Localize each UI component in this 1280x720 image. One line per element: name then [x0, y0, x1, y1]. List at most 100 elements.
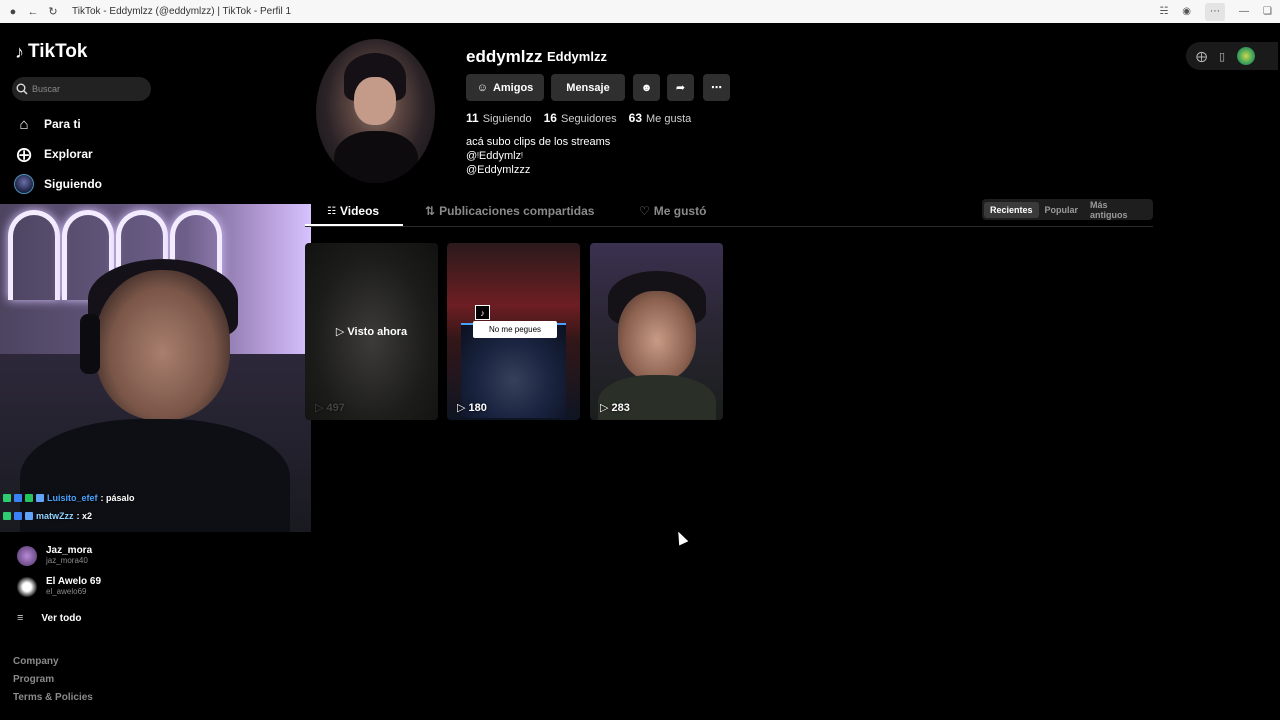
tab-videos[interactable]: ☷ Videos [327, 204, 379, 218]
tiktok-favicon-icon: ● [9, 5, 17, 18]
video-card[interactable]: ♪ No me pegues ▷ 180 [447, 243, 580, 420]
chat-badge-icon [36, 494, 44, 502]
repost-icon: ⇅ [425, 204, 436, 218]
view-count-value: 180 [468, 401, 487, 414]
video-caption: No me pegues [473, 321, 557, 338]
grid-icon: ☷ [327, 205, 336, 217]
chat-badge-icon [14, 512, 22, 520]
tiktok-logo[interactable]: ♪ TikTok [15, 41, 87, 63]
search-bar[interactable] [12, 77, 151, 101]
video-card[interactable]: ▷ 283 [590, 243, 723, 420]
chat-user: matwZzz [36, 511, 74, 521]
chat-text: : x2 [76, 511, 93, 521]
view-count-value: 283 [611, 401, 630, 414]
thumbnail-face [618, 291, 696, 381]
search-icon [16, 83, 28, 95]
compass-icon: ⨁ [16, 146, 32, 163]
avatar [17, 546, 37, 566]
bio-line: @ᵎEddymlzᵎ [466, 150, 523, 162]
mouse-cursor-icon [673, 529, 689, 546]
nav-item-explorar[interactable]: ⨁ Explorar [14, 144, 93, 164]
watched-overlay: ▷ Visto ahora [305, 243, 438, 420]
more-icon[interactable]: ⋯ [1205, 2, 1226, 21]
stat-followers[interactable]: 16 Seguidores [544, 111, 617, 125]
sort-oldest-button[interactable]: Más antiguos [1084, 197, 1151, 223]
stat-following[interactable]: 11 Siguiendo [466, 111, 532, 125]
message-label: Mensaje [566, 81, 610, 94]
nav-label: Siguiendo [44, 177, 102, 191]
view-count: ▷ 497 [315, 401, 345, 415]
avatar-body [334, 131, 418, 183]
video-card[interactable]: ▷ Visto ahora ▷ 497 [305, 243, 438, 420]
following-handle: jaz_mora40 [46, 556, 88, 565]
profile-avatar[interactable] [316, 39, 435, 183]
see-all-button[interactable]: ≡ Ver todo [17, 612, 81, 624]
view-count: ▷ 283 [600, 401, 630, 415]
add-friend-button[interactable]: ☻ [633, 74, 660, 101]
window-controls: ☵ ◉ ⋯ — ❏ [1159, 0, 1272, 23]
footer-link-program[interactable]: Program [13, 674, 54, 685]
webcam-overlay: Luisito_efef : pásalo matwZzz : x2 [0, 204, 311, 532]
chat-user: Luisito_efef [47, 493, 98, 503]
chat-badge-icon [25, 512, 33, 520]
streamer-face [95, 270, 230, 420]
tab-liked[interactable]: ♡ Me gustó [639, 204, 706, 218]
nav-item-siguiendo[interactable]: Siguiendo [14, 174, 102, 194]
phone-icon[interactable]: ▯ [1219, 50, 1225, 63]
play-icon: ▷ [457, 402, 466, 414]
avatar [14, 174, 34, 194]
floating-panel: ⨁ ▯ [1186, 42, 1278, 70]
home-icon: ⌂ [19, 115, 29, 133]
translate-icon[interactable]: ☵ [1159, 6, 1168, 17]
chat-badge-icon [14, 494, 22, 502]
avatar[interactable] [1237, 47, 1256, 65]
view-count: ▷ 180 [457, 401, 487, 415]
following-item[interactable]: El Awelo 69 el_awelo69 [17, 577, 101, 597]
page-title: TikTok - Eddymlzz (@eddymlzz) | TikTok -… [72, 6, 292, 17]
avatar [17, 577, 37, 597]
stat-value: 16 [543, 111, 557, 125]
restore-icon[interactable]: ❏ [1263, 6, 1272, 17]
chat-badge-icon [25, 494, 33, 502]
sort-popular-button[interactable]: Popular [1039, 202, 1085, 218]
bio-line: acá subo clips de los streams [466, 136, 611, 148]
back-icon[interactable]: ← [26, 5, 40, 19]
nav-item-para-ti[interactable]: ⌂ Para ti [14, 114, 80, 134]
share-icon: ➦ [675, 82, 686, 94]
search-input[interactable] [32, 84, 142, 94]
stat-label: Me gusta [646, 113, 692, 125]
sort-selector: Recientes Popular Más antiguos [982, 199, 1153, 220]
user-check-icon: ☺ [476, 81, 488, 94]
browser-titlebar: ● ← ↻ TikTok - Eddymlzz (@eddymlzz) | Ti… [0, 0, 1280, 23]
more-options-button[interactable]: ⋯ [703, 74, 730, 101]
play-icon: ▷ [315, 402, 324, 414]
profile-icon[interactable]: ◉ [1182, 6, 1191, 17]
following-item[interactable]: Jaz_mora jaz_mora40 [17, 546, 92, 566]
following-handle: el_awelo69 [46, 587, 87, 596]
see-all-label: Ver todo [41, 612, 82, 624]
chat-badge-icon [3, 494, 11, 502]
chat-message: matwZzz : x2 [3, 511, 92, 521]
reload-icon[interactable]: ↻ [46, 5, 60, 19]
sort-recent-button[interactable]: Recientes [984, 201, 1039, 218]
share-button[interactable]: ➦ [667, 74, 694, 101]
footer-link-company[interactable]: Company [13, 656, 59, 667]
following-name: Jaz_mora [46, 545, 93, 556]
more-icon: ⋯ [711, 82, 722, 94]
play-icon: ▷ [600, 402, 609, 414]
stat-likes: 63 Me gusta [629, 111, 692, 125]
following-name: El Awelo 69 [46, 576, 102, 587]
tab-label: Videos [339, 204, 380, 218]
message-button[interactable]: Mensaje [551, 74, 625, 101]
stat-label: Siguiendo [482, 113, 532, 125]
tab-reposts[interactable]: ⇅ Publicaciones compartidas [425, 204, 594, 218]
profile-stats: 11 Siguiendo 16 Seguidores 63 Me gusta [466, 111, 691, 125]
chat-text: : pásalo [100, 493, 135, 503]
friends-button[interactable]: ☺ Amigos [466, 74, 544, 101]
compass-icon[interactable]: ⨁ [1196, 50, 1207, 63]
footer-link-terms[interactable]: Terms & Policies [13, 692, 93, 700]
minimize-icon[interactable]: — [1239, 6, 1249, 17]
nav-label: Explorar [44, 147, 93, 161]
stat-label: Seguidores [560, 113, 617, 125]
tab-label: Me gustó [653, 204, 707, 218]
